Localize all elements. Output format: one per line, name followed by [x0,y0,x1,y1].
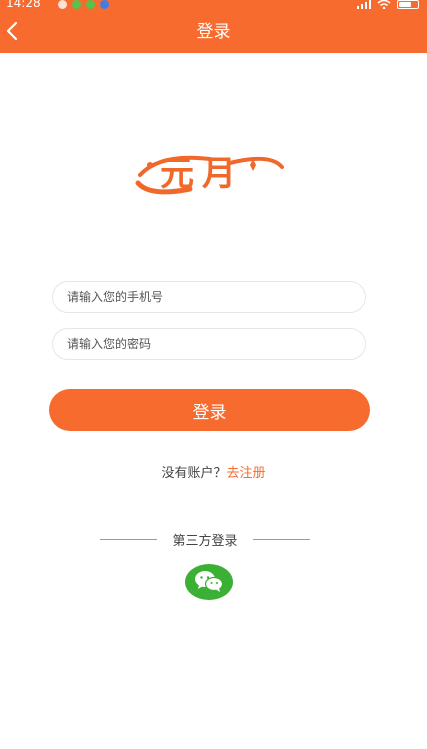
app-logo: 元 月 [130,145,290,200]
svg-text:元: 元 [160,154,194,194]
page-title: 登录 [196,22,231,42]
wechat-icon [195,571,224,592]
wechat-login-button[interactable] [185,564,233,600]
notification-icon [58,0,67,9]
status-time: 14:28 [6,0,41,10]
divider-line-right [252,538,310,540]
phone-field-wrapper [52,281,366,313]
third-party-divider: 第三方登录 [100,531,310,549]
divider-line-left [100,538,157,540]
notification-icon [100,0,109,9]
signal-icon [357,0,371,9]
register-row: 没有账户？去注册 [0,462,427,481]
wifi-icon [377,0,391,9]
register-prompt: 没有账户？ [161,466,227,481]
third-party-label: 第三方登录 [172,533,238,549]
password-field-wrapper [52,328,366,360]
battery-icon [397,0,419,9]
app-header: 14:28 登录 [0,0,427,53]
phone-input[interactable] [53,282,365,312]
password-input[interactable] [53,329,365,359]
register-link[interactable]: 去注册 [227,466,266,481]
notification-icon [72,0,81,9]
login-button[interactable]: 登录 [49,389,370,431]
notification-icon [86,0,95,9]
status-indicators [357,0,419,9]
status-bar: 14:28 [0,0,427,12]
svg-text:月: 月 [202,154,236,194]
